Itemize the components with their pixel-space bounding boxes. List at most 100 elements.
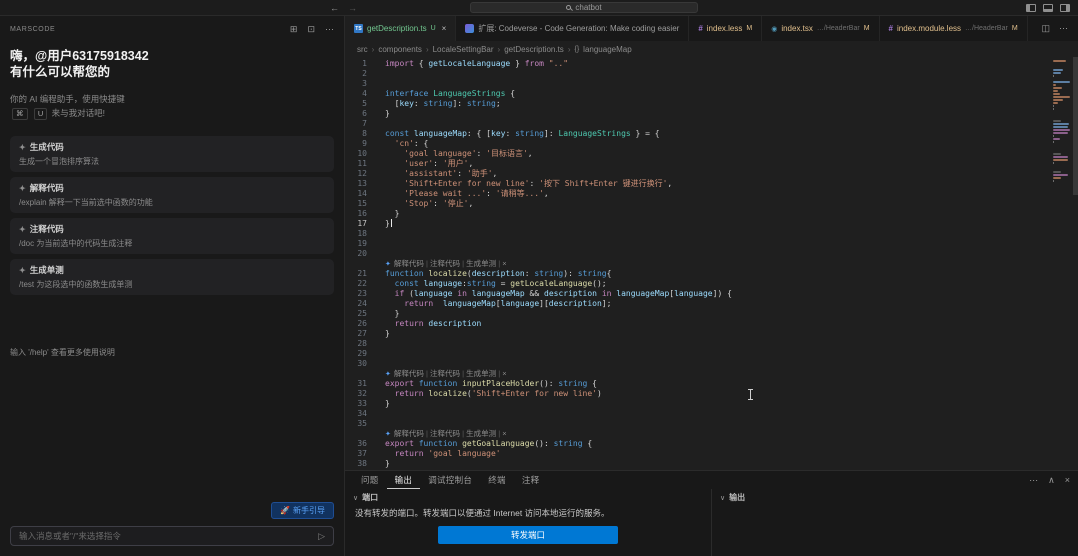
codelens-action[interactable]: 解释代码 <box>394 429 424 438</box>
code-line[interactable]: 35 <box>345 419 1050 429</box>
code-line[interactable]: 15 'Stop': '停止', <box>345 199 1050 209</box>
send-icon[interactable]: ▷ <box>318 531 325 542</box>
line-number: 20 <box>345 249 379 259</box>
code-line[interactable]: 19 <box>345 239 1050 249</box>
code-line[interactable]: 33} <box>345 399 1050 409</box>
breadcrumb-item[interactable]: components <box>378 45 422 54</box>
code-line[interactable]: 24 return languageMap[language][descript… <box>345 299 1050 309</box>
code-line[interactable]: 23 if (language in languageMap && descri… <box>345 289 1050 299</box>
code-line[interactable]: 28 <box>345 339 1050 349</box>
code-line[interactable]: 22 const language:string = getLocaleLang… <box>345 279 1050 289</box>
open-in-editor-icon[interactable]: ⊡ <box>307 24 315 35</box>
editor-tab[interactable]: ◉index.tsx…/HeaderBarM <box>762 16 879 41</box>
command-center[interactable]: chatbot <box>470 2 698 13</box>
code-line[interactable]: 37 return 'goal language' <box>345 449 1050 459</box>
code-line[interactable]: 25 } <box>345 309 1050 319</box>
line-number: 2 <box>345 69 379 79</box>
chevron-down-icon: ∨ <box>353 494 358 502</box>
panel-tab[interactable]: 终端 <box>480 471 514 489</box>
codelens-action[interactable]: 生成单测 <box>466 429 496 438</box>
breadcrumb-item[interactable]: src <box>357 45 368 54</box>
codelens-action[interactable]: 生成单测 <box>466 259 496 268</box>
codelens-action[interactable]: 注释代码 <box>430 259 460 268</box>
toggle-secondary-sidebar-icon[interactable] <box>1060 4 1070 12</box>
toggle-panel-icon[interactable] <box>1043 4 1053 12</box>
close-icon[interactable]: × <box>442 24 447 33</box>
breadcrumb-item[interactable]: LocaleSettingBar <box>433 45 494 54</box>
codelens-action[interactable]: 解释代码 <box>394 369 424 378</box>
code-line[interactable]: 20 <box>345 249 1050 259</box>
code-line[interactable]: 7 <box>345 119 1050 129</box>
onboarding-button[interactable]: 🚀 新手引导 <box>271 502 334 519</box>
scrollbar[interactable] <box>1073 57 1078 195</box>
code-line[interactable]: 12 'assistant': '助手', <box>345 169 1050 179</box>
code-line[interactable]: 17} <box>345 219 1050 229</box>
code-line[interactable]: 11 'user': '用户', <box>345 159 1050 169</box>
code-line[interactable]: 32 return localize('Shift+Enter for new … <box>345 389 1050 399</box>
panel-tab[interactable]: 注释 <box>514 471 548 489</box>
chat-input[interactable] <box>19 531 312 541</box>
code-line[interactable]: 8const languageMap: { [key: string]: Lan… <box>345 129 1050 139</box>
editor-more-icon[interactable]: ⋯ <box>1059 23 1068 34</box>
code-line[interactable]: 3 <box>345 79 1050 89</box>
prompt-card[interactable]: ✦生成单测/test 为这段选中的函数生成单测 <box>10 259 334 295</box>
prompt-card[interactable]: ✦注释代码/doc 为当前选中的代码生成注释 <box>10 218 334 254</box>
breadcrumb-item[interactable]: getDescription.ts <box>504 45 564 54</box>
code-line[interactable]: 13 'Shift+Enter for new line': '按下 Shift… <box>345 179 1050 189</box>
codelens-action[interactable]: 注释代码 <box>430 429 460 438</box>
editor-tab[interactable]: 扩展: Codeverse - Code Generation: Make co… <box>456 16 689 41</box>
split-editor-icon[interactable]: ◫ <box>1041 23 1050 34</box>
editor-tab[interactable]: #index.module.less…/HeaderBarM <box>880 16 1028 41</box>
panel-maximize-icon[interactable]: ∧ <box>1048 475 1055 486</box>
code-line[interactable]: 14 'Please wait ...': '请稍等...', <box>345 189 1050 199</box>
editor-tab[interactable]: #index.lessM <box>689 16 762 41</box>
panel-tab[interactable]: 输出 <box>387 471 421 489</box>
new-chat-icon[interactable]: ⊞ <box>290 24 298 35</box>
codelens-action[interactable]: 生成单测 <box>466 369 496 378</box>
code-line[interactable]: 10 'goal language': '目标语言', <box>345 149 1050 159</box>
code-line[interactable]: 36export function getGoalLanguage(): str… <box>345 439 1050 449</box>
code-line[interactable]: 5 [key: string]: string; <box>345 99 1050 109</box>
codelens-dismiss-icon[interactable]: × <box>502 429 506 438</box>
code-line[interactable]: 34 <box>345 409 1050 419</box>
back-icon[interactable]: ← <box>330 3 339 13</box>
intro-line-2: ⌘ U 来与我对话吧! <box>10 106 334 120</box>
codelens-dismiss-icon[interactable]: × <box>502 369 506 378</box>
code-line[interactable]: 27} <box>345 329 1050 339</box>
forward-port-button[interactable]: 转发端口 <box>438 526 618 544</box>
editor-tab[interactable]: TSgetDescription.tsU× <box>345 16 456 41</box>
panel-close-icon[interactable]: × <box>1065 475 1070 485</box>
code-line[interactable]: 6} <box>345 109 1050 119</box>
ports-section-header[interactable]: ∨ 端口 <box>345 489 711 505</box>
breadcrumb-item[interactable]: languageMap <box>583 45 631 54</box>
code-line[interactable]: 38} <box>345 459 1050 469</box>
panel-more-icon[interactable]: ⋯ <box>1029 475 1038 486</box>
codelens-action[interactable]: 解释代码 <box>394 259 424 268</box>
code-line[interactable]: 26 return description <box>345 319 1050 329</box>
forward-icon[interactable]: → <box>348 3 357 13</box>
output-section-header[interactable]: ∨ 输出 <box>712 489 1078 505</box>
codelens-action[interactable]: 注释代码 <box>430 369 460 378</box>
code-line[interactable]: 29 <box>345 349 1050 359</box>
prompt-card[interactable]: ✦解释代码/explain 解释一下当前选中函数的功能 <box>10 177 334 213</box>
toggle-sidebar-icon[interactable] <box>1026 4 1036 12</box>
marscode-icon: ✦ <box>385 261 391 268</box>
panel-tab[interactable]: 问题 <box>353 471 387 489</box>
brand-label: MARSCODE <box>10 26 55 33</box>
code-line[interactable]: 9 'cn': { <box>345 139 1050 149</box>
code-editor[interactable]: 1import { getLocaleLanguage } from ".."2… <box>345 57 1078 470</box>
panel-tab[interactable]: 调试控制台 <box>420 471 480 489</box>
code-line[interactable]: 31export function inputPlaceHolder(): st… <box>345 379 1050 389</box>
code-line[interactable]: 18 <box>345 229 1050 239</box>
code-line[interactable]: 30 <box>345 359 1050 369</box>
prompt-card[interactable]: ✦生成代码生成一个冒泡排序算法 <box>10 136 334 172</box>
chat-input-box[interactable]: ▷ <box>10 526 334 546</box>
code-line[interactable]: 2 <box>345 69 1050 79</box>
code-line[interactable]: 4interface LanguageStrings { <box>345 89 1050 99</box>
code-line[interactable]: 1import { getLocaleLanguage } from ".." <box>345 59 1050 69</box>
more-actions-icon[interactable]: ⋯ <box>325 24 334 35</box>
code-line[interactable]: 16 } <box>345 209 1050 219</box>
minimap[interactable] <box>1053 60 1071 183</box>
code-line[interactable]: 21function localize(description: string)… <box>345 269 1050 279</box>
codelens-dismiss-icon[interactable]: × <box>502 259 506 268</box>
